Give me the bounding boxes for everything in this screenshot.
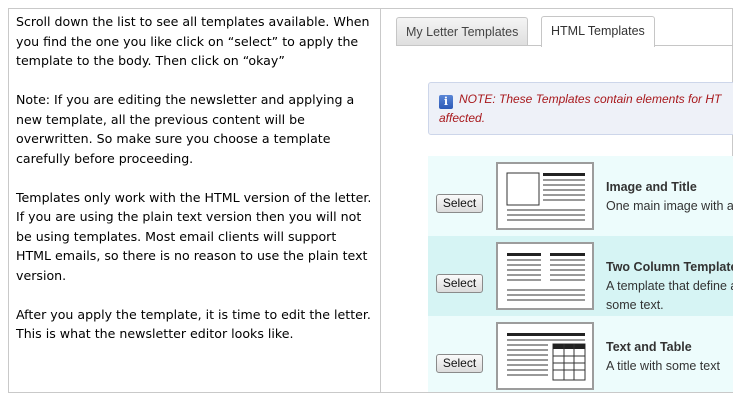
tab-my-letter-templates[interactable]: My Letter Templates: [396, 17, 529, 46]
template-description: One main image with a: [606, 199, 733, 213]
instructions-paragraph-3: Templates only work with the HTML versio…: [16, 189, 372, 283]
templates-note: i NOTE: These Templates contain elements …: [428, 82, 733, 135]
template-picker-screenshot: My Letter Templates HTML Templates i NOTE…: [390, 9, 733, 392]
template-row-image-and-title: Select Image and Title One main image wi…: [428, 156, 733, 236]
two-column-thumbnail: [496, 242, 594, 310]
note-text-line1: NOTE: These Templates contain elements f…: [459, 92, 722, 106]
template-title: Two Column Template: [606, 260, 733, 274]
template-row-text-and-table: Select Text and Table A title with some …: [428, 316, 733, 392]
select-button[interactable]: Select: [436, 194, 483, 213]
template-description: A title with some text: [606, 359, 720, 373]
template-title: Image and Title: [606, 180, 697, 194]
select-button[interactable]: Select: [436, 354, 483, 373]
instructions-paragraph-1: Scroll down the list to see all template…: [16, 14, 370, 68]
template-title: Text and Table: [606, 340, 692, 354]
image-and-title-thumbnail: [496, 162, 594, 230]
column-divider: [380, 9, 381, 392]
content-frame: Scroll down the list to see all template…: [8, 8, 733, 393]
tab-html-templates[interactable]: HTML Templates: [541, 16, 655, 47]
instructions-column: Scroll down the list to see all template…: [16, 12, 372, 363]
template-row-two-column: Select Two Column Template A template th…: [428, 236, 733, 316]
template-list: Select Image and Title One main image wi…: [428, 156, 733, 392]
select-button[interactable]: Select: [436, 274, 483, 293]
note-text-line2: affected.: [439, 111, 486, 125]
template-description: A template that define and some text.: [606, 279, 733, 312]
template-tabs: My Letter Templates HTML Templates: [396, 16, 733, 47]
text-and-table-thumbnail: [496, 322, 594, 390]
info-icon: i: [439, 95, 453, 109]
instructions-paragraph-4: After you apply the template, it is time…: [16, 306, 371, 342]
instructions-paragraph-2: Note: If you are editing the newsletter …: [16, 92, 355, 166]
